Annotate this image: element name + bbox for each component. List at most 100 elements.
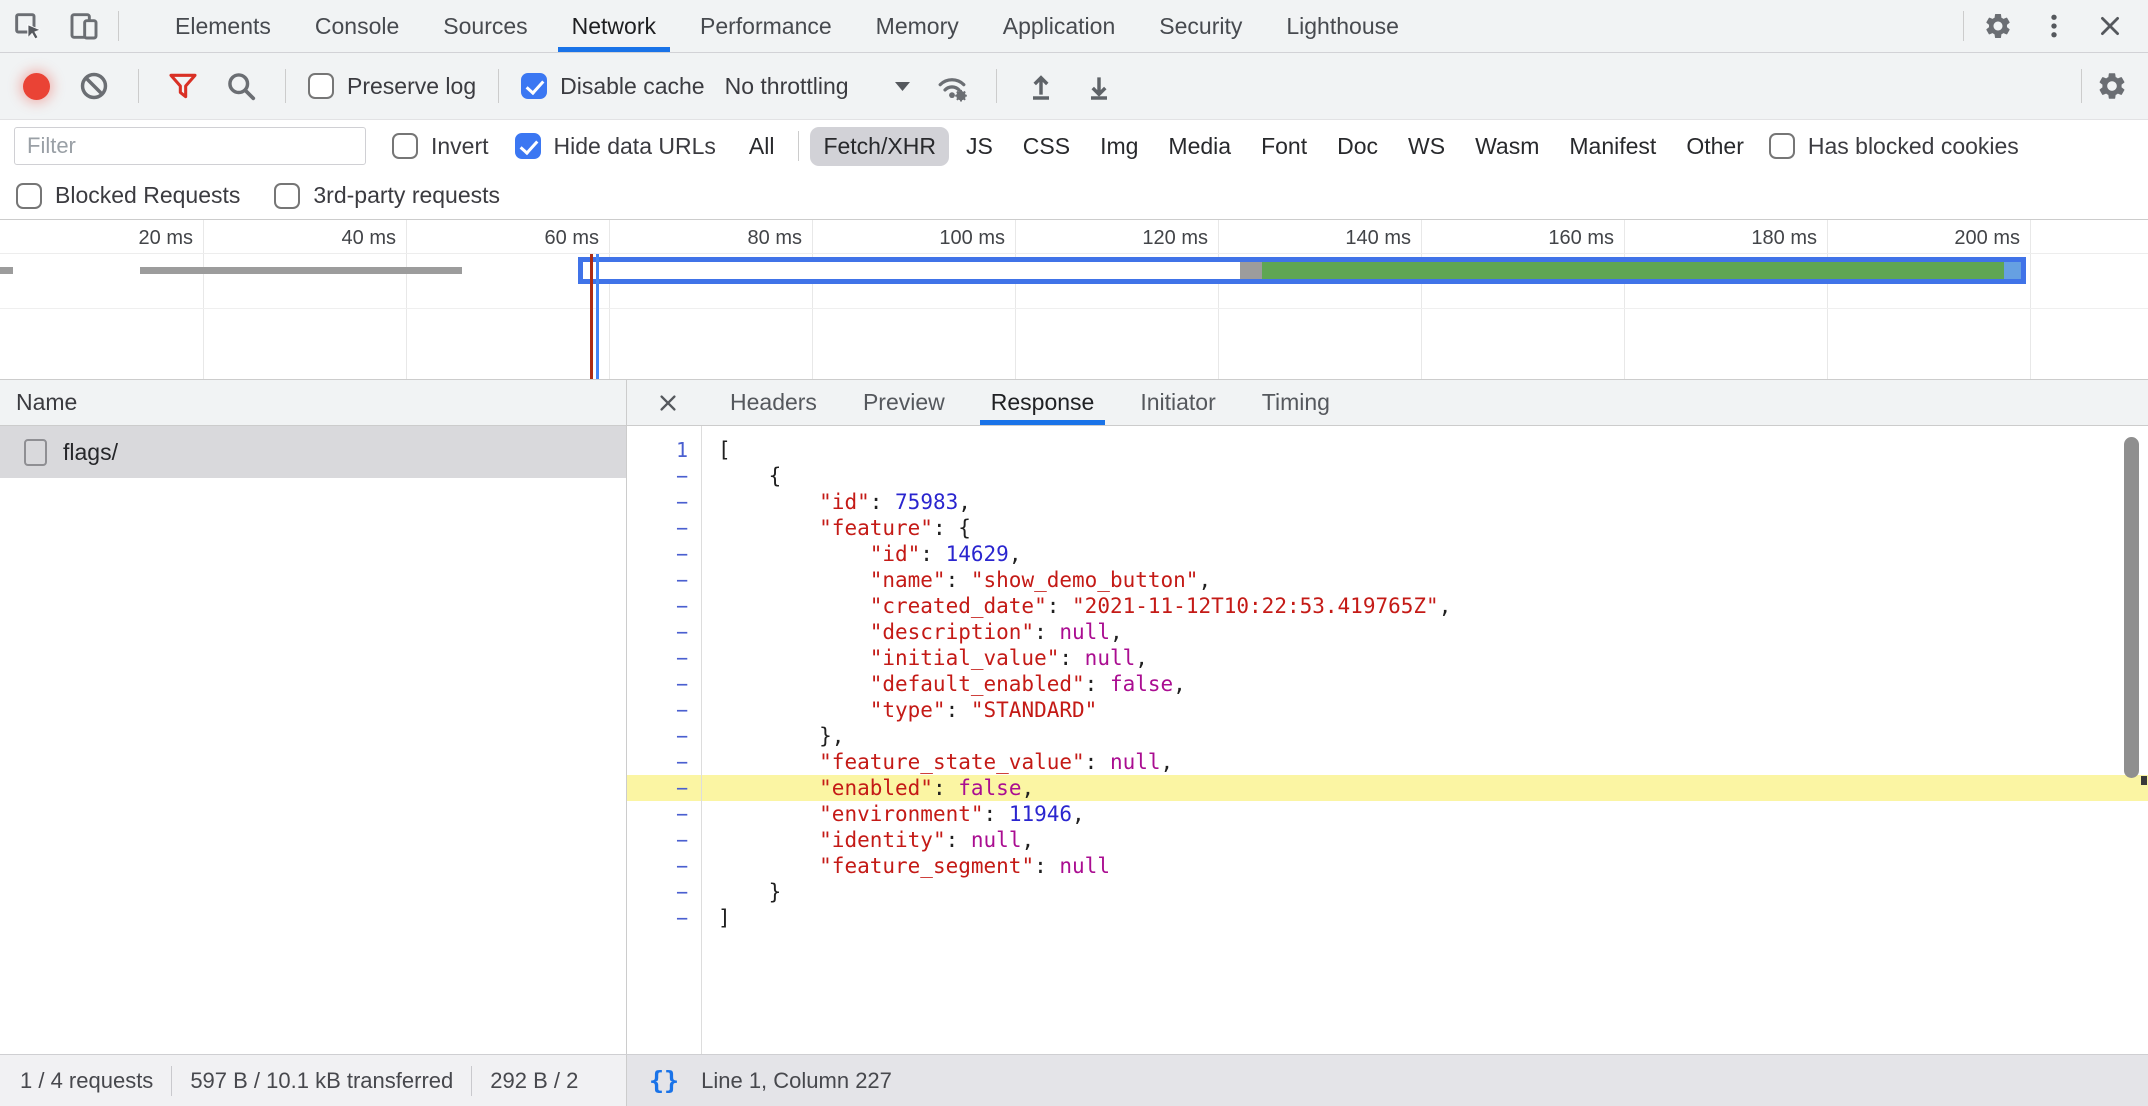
filter-bar: Invert Hide data URLs All Fetch/XHRJSCSSI… <box>0 120 2148 172</box>
device-toolbar-button[interactable] <box>56 0 112 52</box>
filter-type-font[interactable]: Font <box>1248 127 1320 166</box>
settings-button[interactable] <box>1970 0 2026 52</box>
network-conditions-button[interactable] <box>930 64 974 108</box>
disable-cache-control[interactable]: Disable cache <box>521 73 704 100</box>
filter-type-js[interactable]: JS <box>953 127 1006 166</box>
third-party-checkbox[interactable] <box>274 183 300 209</box>
funnel-icon <box>167 70 199 102</box>
fold-marker[interactable]: − <box>627 775 701 801</box>
detail-tab-initiator[interactable]: Initiator <box>1123 380 1232 425</box>
fold-marker[interactable]: − <box>627 879 701 905</box>
throttling-select[interactable]: No throttling <box>719 73 916 100</box>
detail-tab-timing[interactable]: Timing <box>1245 380 1347 425</box>
fold-marker[interactable]: − <box>627 593 701 619</box>
blocked-requests-checkbox[interactable] <box>16 183 42 209</box>
format-icon[interactable]: {} <box>649 1066 679 1095</box>
tab-console[interactable]: Console <box>293 0 421 52</box>
fold-marker[interactable]: − <box>627 645 701 671</box>
network-overview[interactable]: 20 ms40 ms60 ms80 ms100 ms120 ms140 ms16… <box>0 219 2148 380</box>
gridline <box>609 220 610 379</box>
third-party-control[interactable]: 3rd-party requests <box>274 182 500 209</box>
detail-tab-headers[interactable]: Headers <box>713 380 834 425</box>
fold-marker[interactable]: − <box>627 801 701 827</box>
response-body[interactable]: 1[− {− "id": 75983,− "feature": {− "id":… <box>627 426 2148 1054</box>
response-line: − "description": null, <box>627 619 2148 645</box>
network-toolbar: Preserve log Disable cache No throttling <box>0 53 2148 120</box>
export-har-button[interactable] <box>1077 64 1121 108</box>
fold-marker[interactable]: − <box>627 541 701 567</box>
fold-marker[interactable]: − <box>627 697 701 723</box>
tab-lighthouse[interactable]: Lighthouse <box>1264 0 1421 52</box>
has-blocked-cookies-control[interactable]: Has blocked cookies <box>1769 133 2019 160</box>
document-icon <box>24 439 47 466</box>
tab-application[interactable]: Application <box>981 0 1138 52</box>
scrollbar-thumb[interactable] <box>2124 437 2139 778</box>
filter-type-ws[interactable]: WS <box>1395 127 1458 166</box>
fold-marker[interactable]: − <box>627 515 701 541</box>
filter-type-doc[interactable]: Doc <box>1324 127 1391 166</box>
response-line: − "type": "STANDARD" <box>627 697 2148 723</box>
fold-marker[interactable]: − <box>627 723 701 749</box>
filter-type-fetch-xhr[interactable]: Fetch/XHR <box>810 127 948 166</box>
fold-marker[interactable]: − <box>627 853 701 879</box>
tab-memory[interactable]: Memory <box>854 0 981 52</box>
request-name: flags/ <box>63 439 118 466</box>
invert-control[interactable]: Invert <box>392 133 489 160</box>
gridline <box>1421 220 1422 379</box>
network-settings-button[interactable] <box>2090 64 2134 108</box>
filter-type-media[interactable]: Media <box>1155 127 1244 166</box>
gridline <box>203 220 204 379</box>
fold-marker[interactable]: − <box>627 749 701 775</box>
inspect-element-button[interactable] <box>0 0 56 52</box>
timeline-tick: 180 ms <box>1751 227 1817 250</box>
fold-marker[interactable]: − <box>627 489 701 515</box>
import-har-button[interactable] <box>1019 64 1063 108</box>
timeline-tick: 140 ms <box>1345 227 1411 250</box>
name-header-label: Name <box>16 389 77 416</box>
filter-type-other[interactable]: Other <box>1673 127 1757 166</box>
search-button[interactable] <box>219 64 263 108</box>
close-details-button[interactable] <box>643 380 693 425</box>
timeline-tick: 80 ms <box>748 227 802 250</box>
name-column-header[interactable]: Name <box>0 380 626 426</box>
filter-type-manifest[interactable]: Manifest <box>1556 127 1669 166</box>
more-options-button[interactable] <box>2026 0 2082 52</box>
tab-security[interactable]: Security <box>1137 0 1264 52</box>
clear-button[interactable] <box>72 64 116 108</box>
detail-tab-preview[interactable]: Preview <box>846 380 962 425</box>
response-line: − "initial_value": null, <box>627 645 2148 671</box>
preserve-log-control[interactable]: Preserve log <box>308 73 476 100</box>
fold-marker[interactable]: − <box>627 671 701 697</box>
fold-marker[interactable]: − <box>627 619 701 645</box>
has-blocked-cookies-checkbox[interactable] <box>1769 133 1795 159</box>
tab-performance[interactable]: Performance <box>678 0 854 52</box>
filter-input[interactable] <box>14 127 366 165</box>
request-row-flags[interactable]: flags/ <box>0 426 626 478</box>
filter-type-img[interactable]: Img <box>1087 127 1151 166</box>
response-line: − "name": "show_demo_button", <box>627 567 2148 593</box>
preserve-log-checkbox[interactable] <box>308 73 334 99</box>
fold-marker[interactable]: − <box>627 463 701 489</box>
invert-checkbox[interactable] <box>392 133 418 159</box>
hide-data-urls-control[interactable]: Hide data URLs <box>515 133 716 160</box>
fold-marker[interactable]: − <box>627 827 701 853</box>
blocked-requests-control[interactable]: Blocked Requests <box>16 182 240 209</box>
disable-cache-checkbox[interactable] <box>521 73 547 99</box>
record-button[interactable] <box>14 64 58 108</box>
tab-elements[interactable]: Elements <box>153 0 293 52</box>
filter-type-css[interactable]: CSS <box>1010 127 1083 166</box>
tab-network[interactable]: Network <box>550 0 678 52</box>
hide-data-urls-checkbox[interactable] <box>515 133 541 159</box>
filter-toggle-button[interactable] <box>161 64 205 108</box>
response-code: 1[− {− "id": 75983,− "feature": {− "id":… <box>627 437 2148 931</box>
fold-marker[interactable]: − <box>627 567 701 593</box>
fold-marker[interactable]: − <box>627 905 701 931</box>
tab-sources[interactable]: Sources <box>421 0 549 52</box>
detail-tab-response[interactable]: Response <box>974 380 1112 425</box>
download-icon <box>1083 70 1115 102</box>
close-devtools-button[interactable] <box>2082 0 2138 52</box>
filter-type-wasm[interactable]: Wasm <box>1462 127 1552 166</box>
line-number[interactable]: 1 <box>627 437 701 463</box>
detail-tab-list: Headers Preview ResponseInitiator Timing <box>707 380 1353 425</box>
filter-type-all[interactable]: All <box>736 127 788 166</box>
